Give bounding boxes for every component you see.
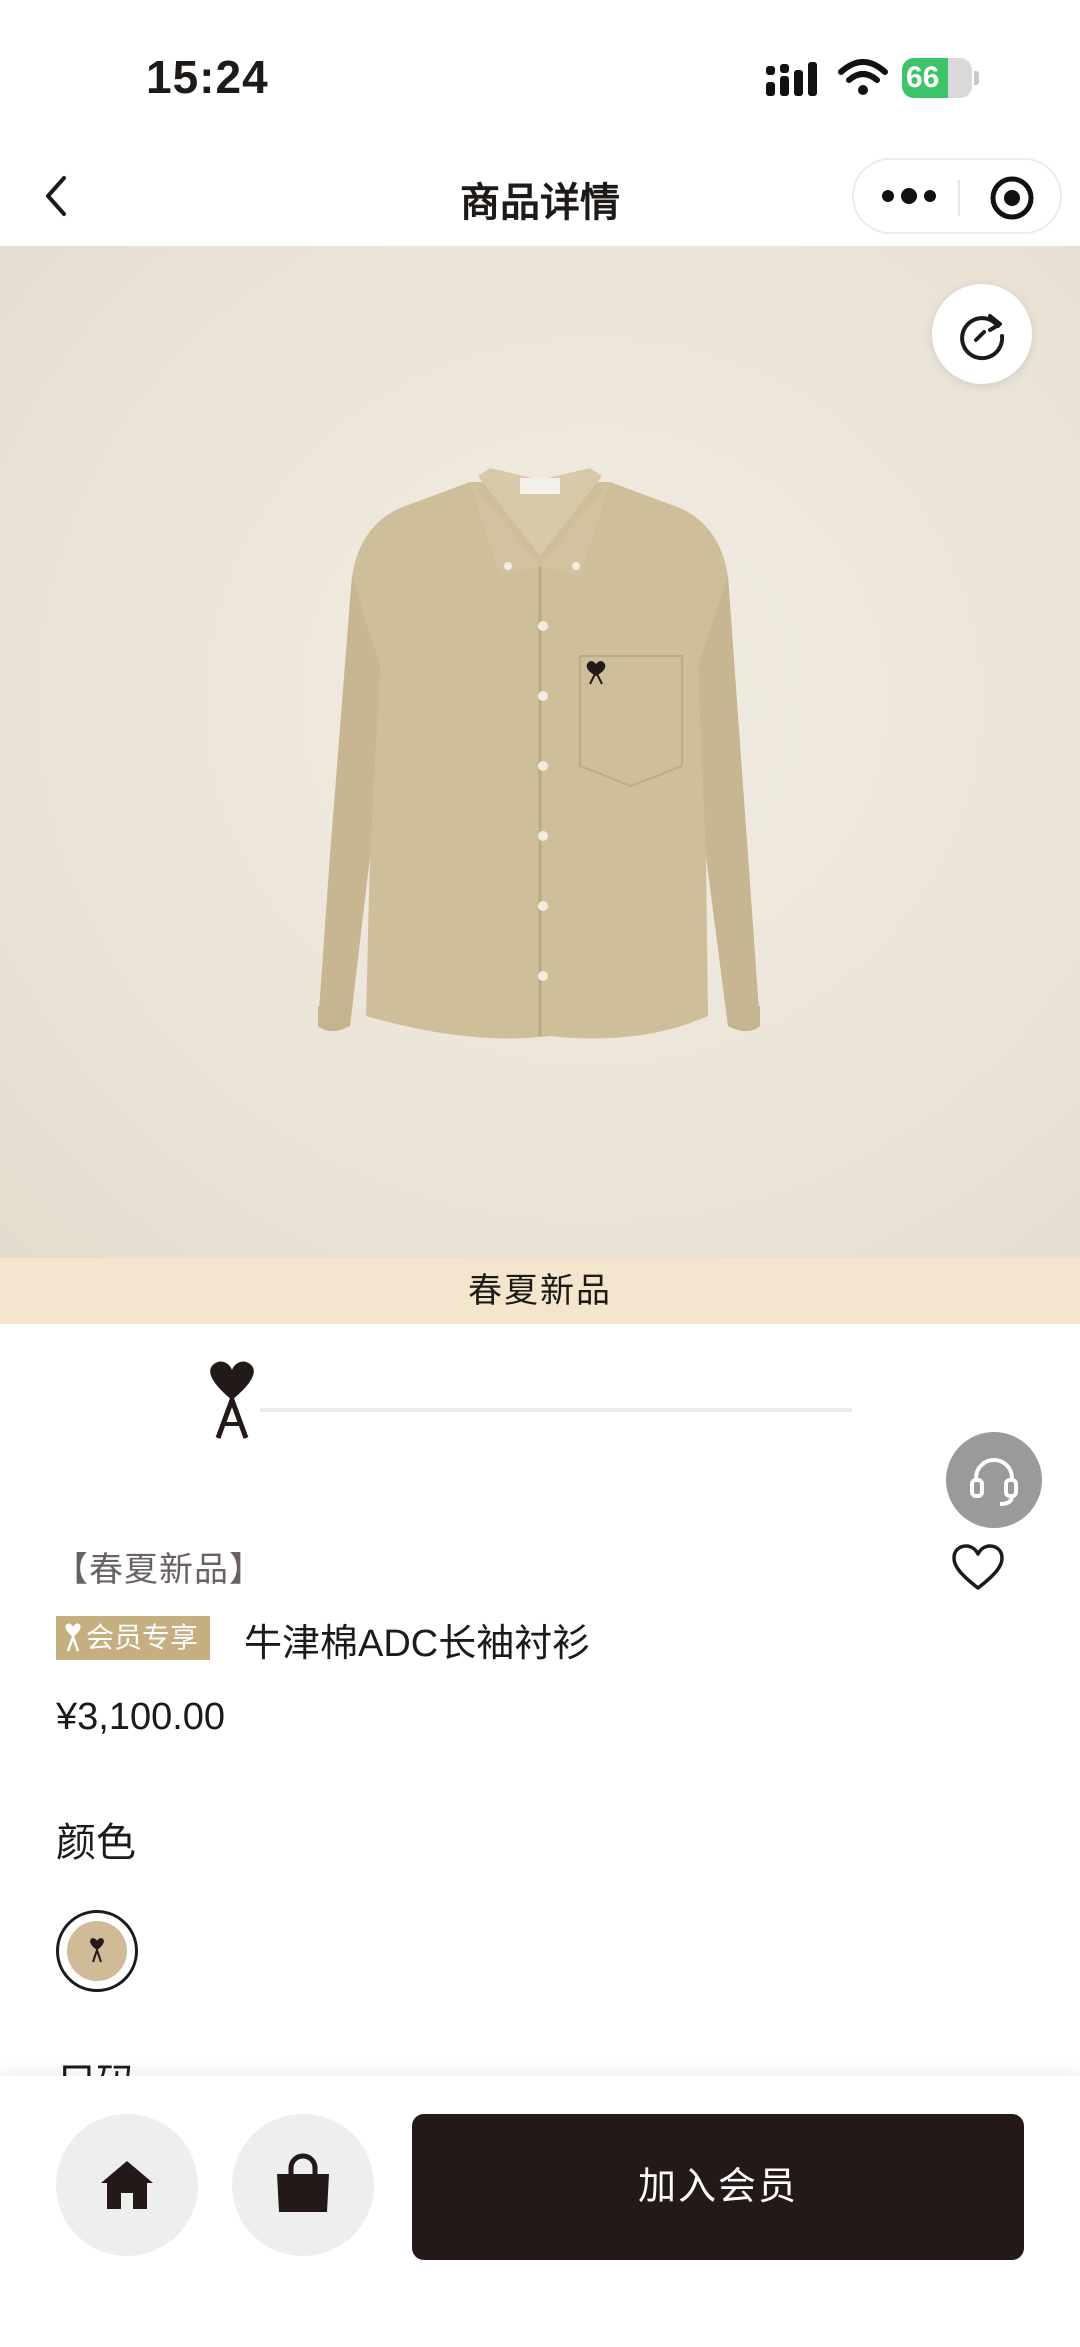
product-image[interactable] [0, 246, 1080, 1258]
heart-icon[interactable] [950, 1542, 1006, 1594]
headset-icon [970, 1458, 1018, 1506]
home-button[interactable] [56, 2114, 198, 2256]
color-swatch[interactable] [56, 1910, 138, 1992]
member-badge: 会员专享 [56, 1616, 211, 1660]
mini-program-capsule [852, 158, 1062, 234]
shopping-bag-icon [277, 2153, 329, 2212]
join-member-button[interactable]: 加入会员 [412, 2114, 1024, 2260]
battery-level: 66 [906, 61, 940, 94]
shirt-illustration [318, 468, 760, 1039]
brand-logo [210, 1361, 254, 1439]
refresh-button[interactable] [932, 284, 1032, 384]
bottom-action-bar: 加入会员 [0, 2076, 1080, 2347]
brand-mark-icon [90, 1938, 104, 1963]
color-label: 颜色 [56, 1821, 136, 1865]
more-dots-icon[interactable] [874, 174, 944, 218]
product-price: ¥3,100.00 [56, 1696, 226, 1738]
cart-button[interactable] [232, 2114, 374, 2256]
wifi-icon [838, 59, 888, 95]
status-bar: 15:24 66 [0, 0, 1080, 150]
target-close-icon[interactable] [986, 172, 1038, 224]
battery-indicator: 66 [902, 58, 979, 98]
member-badge-label: 会员专享 [86, 1622, 199, 1653]
customer-service-button[interactable] [946, 1432, 1042, 1528]
home-icon [101, 2161, 153, 2209]
status-time: 15:24 [146, 51, 269, 103]
brand-mark-icon [65, 1623, 81, 1652]
promo-banner: 春夏新品 [0, 1258, 1080, 1324]
nav-bar: 商品详情 [0, 150, 1080, 246]
refresh-icon [960, 314, 1005, 361]
signal-icon [766, 62, 817, 96]
product-tag: 【春夏新品】 [54, 1551, 264, 1589]
divider [260, 1408, 852, 1412]
product-name: 牛津棉ADC长袖衬衫 [244, 1623, 591, 1665]
